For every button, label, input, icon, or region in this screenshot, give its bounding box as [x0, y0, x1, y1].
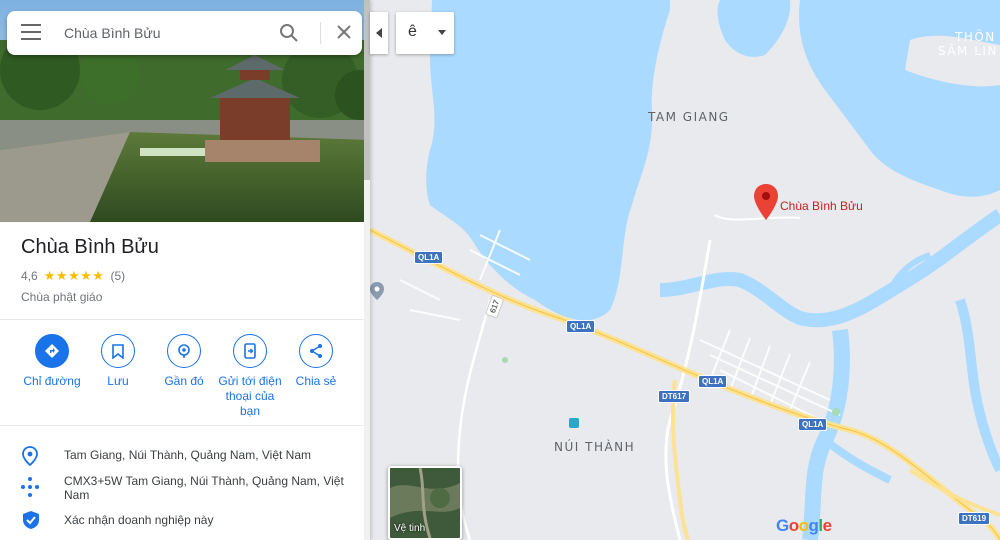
input-tools-value: ê — [408, 23, 417, 40]
satellite-toggle[interactable]: Vệ tinh — [388, 466, 462, 540]
route-shield-dt617: DT617 — [658, 390, 691, 403]
bookmark-icon — [101, 334, 135, 368]
address-text: Tam Giang, Núi Thành, Quảng Nam, Việt Na… — [64, 448, 312, 462]
claim-business-row[interactable]: Xác nhận doanh nghiệp này — [0, 508, 364, 530]
bus-stop-icon[interactable] — [569, 418, 579, 428]
map-label-tam-giang: TAM GIANG — [648, 110, 730, 124]
divider — [0, 425, 364, 426]
search-input[interactable]: Chùa Bình Bửu — [64, 25, 161, 41]
nearby-button[interactable]: Gần đó — [149, 334, 219, 389]
directions-button[interactable]: Chỉ đường — [17, 334, 87, 389]
google-logo: Google — [776, 516, 832, 535]
plus-code-icon — [21, 477, 39, 497]
collapse-panel-button[interactable] — [370, 12, 388, 54]
close-icon[interactable] — [336, 24, 352, 40]
plus-code-row[interactable]: CMX3+5W Tam Giang, Núi Thành, Quảng Nam,… — [0, 472, 364, 502]
route-shield-ql1a: QL1A — [698, 375, 728, 388]
share-button[interactable]: Chia sẻ — [281, 334, 351, 389]
nearby-icon — [167, 334, 201, 368]
rating-stars-icon: ★★★★★ — [43, 268, 105, 283]
place-category[interactable]: Chùa phật giáo — [21, 290, 102, 304]
plus-code-text: CMX3+5W Tam Giang, Núi Thành, Quảng Nam,… — [64, 474, 344, 502]
search-box: Chùa Bình Bửu — [7, 11, 362, 55]
panel-scrollbar[interactable] — [364, 0, 370, 540]
share-icon — [299, 334, 333, 368]
route-shield-ql1a: QL1A — [798, 418, 828, 431]
save-label: Lưu — [107, 374, 129, 388]
route-shield-dt619: DT619 — [958, 512, 991, 525]
send-to-phone-button[interactable]: Gửi tới điện thoại của bạn — [215, 334, 285, 419]
chevron-down-icon[interactable] — [438, 30, 446, 35]
rating-value: 4,6 — [21, 269, 38, 283]
place-title: Chùa Bình Bửu — [21, 236, 159, 258]
poi-marker-icon[interactable] — [370, 282, 384, 300]
search-icon[interactable] — [279, 23, 299, 43]
save-button[interactable]: Lưu — [83, 334, 153, 389]
nearby-label: Gần đó — [164, 374, 204, 388]
claim-business-text: Xác nhận doanh nghiệp này — [64, 513, 214, 527]
input-tools-button[interactable]: ê — [396, 12, 454, 54]
address-row[interactable]: Tam Giang, Núi Thành, Quảng Nam, Việt Na… — [0, 444, 364, 466]
map-graphic — [370, 0, 1000, 540]
chevron-left-icon — [376, 28, 382, 38]
location-pin-icon — [22, 446, 38, 466]
send-to-phone-label: Gửi tới điện thoại của bạn — [218, 374, 282, 418]
menu-icon[interactable] — [21, 24, 41, 42]
route-shield-ql1a: QL1A — [566, 320, 596, 333]
route-shield-ql1a: QL1A — [414, 251, 444, 264]
map-label-nui-thanh: NÚI THÀNH — [554, 440, 636, 454]
place-panel: Chùa Bình Bửu Chùa Bình Bửu 4,6 ★★★★★ (5… — [0, 0, 370, 540]
map-label-thon: THÔN — [955, 30, 996, 44]
map-canvas[interactable]: TAM GIANG NÚI THÀNH THÔN SÂM LIN QL1A QL… — [370, 0, 1000, 540]
review-count[interactable]: (5) — [110, 269, 125, 283]
map-label-sam-lin: SÂM LIN — [938, 44, 998, 58]
satellite-label: Vệ tinh — [394, 523, 426, 534]
place-pin-label[interactable]: Chùa Bình Bửu — [780, 199, 863, 213]
directions-label: Chỉ đường — [23, 374, 81, 388]
share-label: Chia sẻ — [295, 374, 337, 388]
search-divider — [320, 22, 321, 44]
place-pin-icon[interactable] — [754, 184, 778, 220]
divider — [0, 319, 364, 320]
directions-icon — [35, 334, 69, 368]
phone-icon — [233, 334, 267, 368]
place-rating: 4,6 ★★★★★ (5) — [21, 268, 125, 284]
verified-shield-icon — [23, 511, 39, 529]
